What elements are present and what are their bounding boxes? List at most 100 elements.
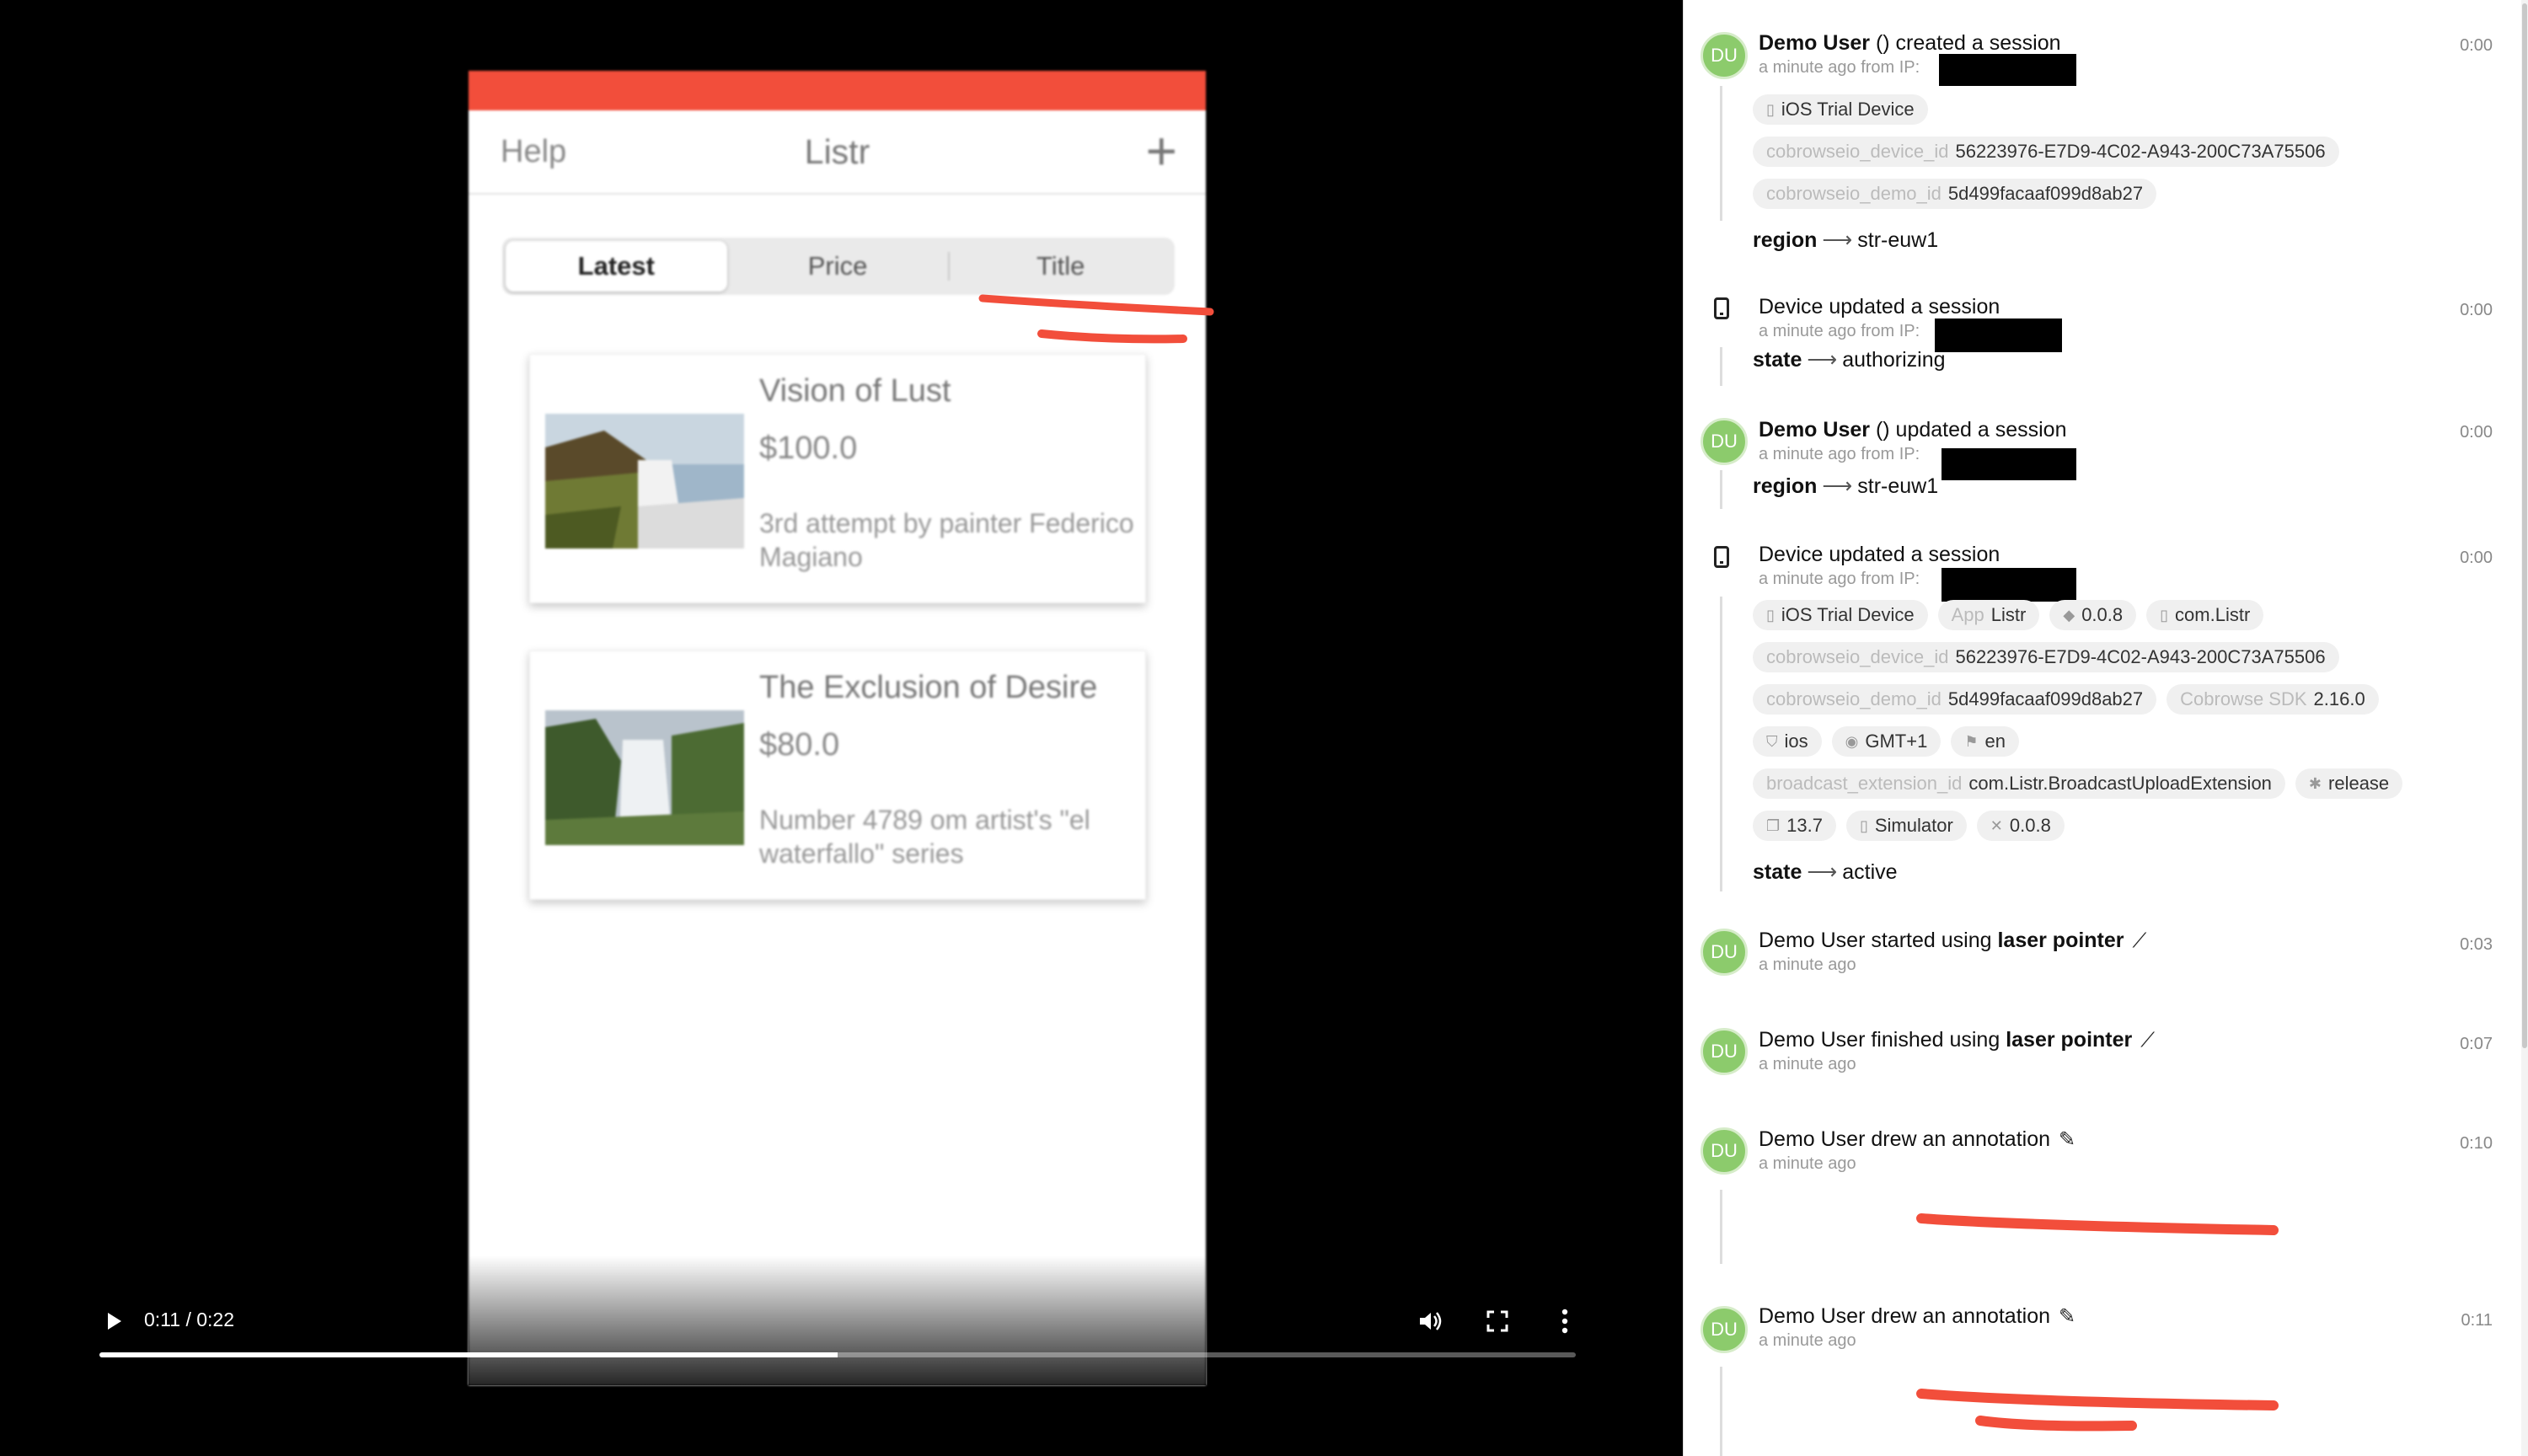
device-id-chip: cobrowseio_device_id 56223976-E7D9-4C02-A… xyxy=(1753,642,2339,672)
session-activity-panel[interactable]: DU Demo User () created a session a minu… xyxy=(1683,0,2528,1456)
phone-icon: ▯ xyxy=(2160,606,2169,624)
fullscreen-icon[interactable] xyxy=(1485,1309,1510,1334)
chip-value: GMT+1 xyxy=(1865,731,1928,752)
timezone-chip: ◉ GMT+1 xyxy=(1831,726,1942,757)
chip-row: cobrowseio_demo_id 5d499facaaf099d8ab27 xyxy=(1753,179,2157,209)
plus-icon: + xyxy=(1145,120,1177,181)
event-user: Demo User xyxy=(1759,31,1870,55)
chip-value: Listr xyxy=(1990,604,2027,625)
chip-value: 5d499facaaf099d8ab27 xyxy=(1947,183,2144,204)
language-chip: ⚑ en xyxy=(1951,726,2019,757)
redacted-ip xyxy=(1935,318,2062,352)
avatar: DU xyxy=(1701,1028,1748,1075)
demo-id-chip: cobrowseio_demo_id 5d499facaaf099d8ab27 xyxy=(1753,684,2157,715)
kv-key: region xyxy=(1753,228,1818,252)
scrollbar[interactable] xyxy=(2521,0,2528,1456)
event-action: Demo User started using xyxy=(1759,929,1992,952)
chip-value: 0.0.8 xyxy=(2009,815,2051,836)
activity-event: Device updated a session a minute ago fr… xyxy=(1684,286,2493,404)
avatar: DU xyxy=(1701,1306,1748,1353)
flag-icon: ⚑ xyxy=(1964,732,1979,750)
kv-value: str-euw1 xyxy=(1857,474,1939,498)
chip-value: release xyxy=(2328,773,2390,794)
chip-row: cobrowseio_device_id 56223976-E7D9-4C02-A… xyxy=(1753,136,2339,167)
event-subtitle: a minute ago xyxy=(1759,1331,1856,1350)
kv-value: str-euw1 xyxy=(1857,228,1939,252)
region-change: region ⟶ str-euw1 xyxy=(1753,474,1938,499)
listing-title: The Exclusion of Desire xyxy=(759,670,1098,705)
redacted-ip xyxy=(1942,568,2076,602)
event-subtitle: a minute ago from IP: xyxy=(1759,445,1920,463)
chip-key: broadcast_extension_id xyxy=(1766,773,1963,794)
event-action: Demo User drew an annotation xyxy=(1759,1304,2051,1328)
phone-screen: Help Listr + Latest Price Title Vision o… xyxy=(469,71,1206,1385)
listing-title: Vision of Lust xyxy=(759,373,951,409)
event-time: 0:00 xyxy=(2460,549,2493,567)
sort-segmented-control: Latest Price Title xyxy=(502,238,1175,295)
state-change: state ⟶ authorizing xyxy=(1753,347,1946,372)
event-time: 0:00 xyxy=(2460,301,2493,319)
timeline-line xyxy=(1720,1190,1722,1264)
status-bar xyxy=(469,71,1206,110)
volume-icon[interactable] xyxy=(1417,1309,1445,1334)
timeline-line xyxy=(1720,86,1722,221)
pencil-icon: ✎ xyxy=(2059,1305,2076,1328)
chip-row: ⛉ ios ◉ GMT+1 ⚑ en xyxy=(1753,726,2019,757)
event-time: 0:03 xyxy=(2460,935,2493,954)
timeline-line xyxy=(1720,1367,1722,1456)
listing-card: The Exclusion of Desire $80.0 Number 478… xyxy=(529,650,1146,900)
redacted-ip xyxy=(1942,448,2076,480)
event-time: 0:00 xyxy=(2460,36,2493,55)
more-vertical-icon[interactable] xyxy=(1552,1307,1577,1336)
listing-description: Number 4789 om artist's "el waterfallo" … xyxy=(759,805,1090,869)
activity-event: DU Demo User drew an annotation ✎ a minut… xyxy=(1684,1109,2493,1286)
app-nav-bar: Help Listr + xyxy=(469,110,1206,195)
listing-price: $100.0 xyxy=(759,431,858,466)
kv-key: region xyxy=(1753,474,1818,498)
layers-icon: ❐ xyxy=(1766,816,1781,834)
chip-value: com.Listr xyxy=(2175,604,2251,625)
chip-row: ▯ iOS Trial Device App Listr ◆ 0.0.8 ▯ com.L… xyxy=(1753,600,2264,630)
event-time: 0:00 xyxy=(2460,423,2493,442)
progress-fill xyxy=(99,1352,838,1357)
arrow-icon: ⟶ xyxy=(1807,860,1838,884)
timeline-line xyxy=(1720,597,1722,891)
timeline-line xyxy=(1720,470,1722,509)
chip-value: 2.16.0 xyxy=(2313,688,2365,709)
kv-key: state xyxy=(1753,348,1802,372)
event-title: Demo User finished using laser pointer ⟋ xyxy=(1759,1028,2155,1052)
chip-row: cobrowseio_demo_id 5d499facaaf099d8ab27 C… xyxy=(1753,684,2379,715)
controls-gradient xyxy=(469,1255,1206,1385)
activity-event: DU Demo User drew an annotation ✎ a minut… xyxy=(1684,1286,2493,1456)
bundle-chip: ▯ com.Listr xyxy=(2146,600,2264,630)
chip-key: cobrowseio_device_id xyxy=(1766,141,1949,162)
event-user: Demo User xyxy=(1759,418,1870,442)
play-icon[interactable] xyxy=(101,1309,126,1334)
scrollbar-thumb[interactable] xyxy=(2522,3,2527,1048)
device-chip: ▯ iOS Trial Device xyxy=(1753,94,1928,125)
app-chip: App Listr xyxy=(1937,600,2040,630)
waterfall-image xyxy=(545,710,744,845)
event-title: Device updated a session xyxy=(1759,295,2000,318)
phone-icon xyxy=(1714,546,1729,568)
event-title: Demo User () created a session xyxy=(1759,31,2061,56)
os-chip: ⛉ ios xyxy=(1753,726,1822,757)
laser-pointer-icon: ⟋ xyxy=(2140,1029,2156,1052)
annotation-preview xyxy=(1916,1389,2279,1432)
chip-value: Simulator xyxy=(1874,815,1953,836)
simulator-chip: ▯ Simulator xyxy=(1845,811,1967,841)
activity-event: DU Demo User () updated a session a minu… xyxy=(1684,404,2493,539)
chip-value: en xyxy=(1984,731,2006,752)
tag-icon: ◆ xyxy=(2063,606,2075,624)
timeline-line xyxy=(1720,347,1722,386)
video-player[interactable]: Help Listr + Latest Price Title Vision o… xyxy=(0,0,1683,1456)
build-chip: ✱ release xyxy=(2295,768,2403,799)
event-subtitle: a minute ago xyxy=(1759,1154,1856,1173)
chip-row: ❐ 13.7 ▯ Simulator ✕ 0.0.8 xyxy=(1753,811,2065,841)
tools-icon: ✕ xyxy=(1990,816,2003,834)
event-title: Demo User drew an annotation ✎ xyxy=(1759,1304,2075,1329)
event-time: 0:10 xyxy=(2460,1134,2493,1153)
arrow-icon: ⟶ xyxy=(1822,228,1853,252)
event-subtitle: a minute ago xyxy=(1759,956,1856,974)
progress-bar[interactable] xyxy=(99,1352,1576,1357)
